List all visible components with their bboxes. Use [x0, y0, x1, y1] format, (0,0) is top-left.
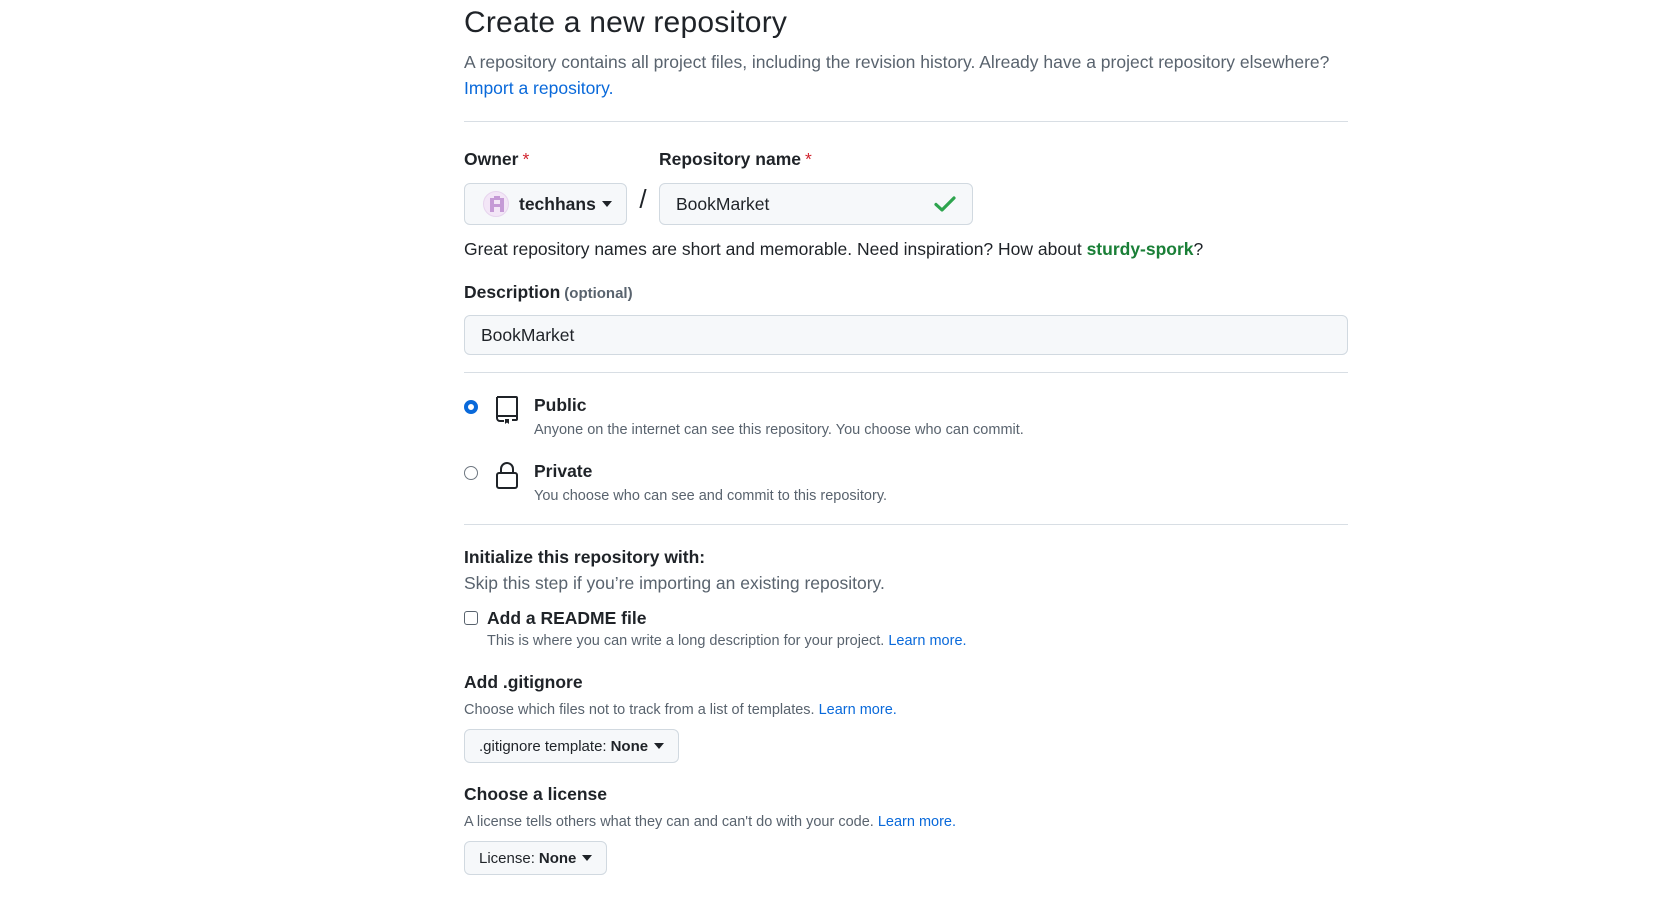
readme-label: Add a README file [487, 608, 647, 628]
owner-value: techhans [519, 193, 596, 214]
description-label: Description (optional) [464, 282, 633, 302]
repo-name-hint: Great repository names are short and mem… [464, 239, 1204, 259]
gitignore-section: Add .gitignore Choose which files not to… [464, 671, 1348, 763]
readme-description: This is where you can write a long descr… [487, 633, 967, 649]
private-title: Private [534, 461, 593, 481]
private-description: You choose who can see and commit to thi… [534, 488, 888, 504]
owner-section: Owner * techhans [464, 148, 627, 225]
gitignore-select-label: .gitignore template: [479, 737, 607, 755]
public-description: Anyone on the internet can see this repo… [534, 422, 1024, 438]
avatar-identicon-icon [490, 196, 504, 212]
repo-name-input[interactable]: BookMarket [659, 183, 973, 225]
optional-tag: (optional) [564, 285, 633, 302]
chevron-down-icon [582, 855, 593, 861]
gitignore-learn-more-link[interactable]: Learn more. [819, 702, 897, 718]
lock-icon [496, 462, 518, 489]
readme-checkbox[interactable] [464, 611, 478, 625]
description-input[interactable]: BookMarket [464, 315, 1348, 355]
repo-name-label: Repository name * [659, 149, 812, 169]
license-description: A license tells others what they can and… [464, 814, 957, 830]
required-mark: * [522, 149, 530, 169]
subtitle-text: A repository contains all project files,… [464, 52, 1330, 72]
repo-icon [496, 396, 518, 424]
public-title: Public [534, 395, 587, 415]
import-repository-link[interactable]: Import a repository. [464, 78, 613, 98]
gitignore-title: Add .gitignore [464, 672, 583, 692]
chevron-down-icon [601, 201, 612, 207]
chevron-down-icon [654, 743, 665, 749]
license-select-label: License: [479, 849, 535, 867]
license-learn-more-link[interactable]: Learn more. [878, 814, 956, 830]
new-repo-form: Create a new repository A repository con… [464, 0, 1348, 875]
gitignore-description: Choose which files not to track from a l… [464, 702, 897, 718]
license-title: Choose a license [464, 784, 607, 804]
repo-name-section: Repository name * BookMarket [659, 148, 973, 225]
owner-select-button[interactable]: techhans [464, 183, 627, 225]
initialize-subtitle: Skip this step if you’re importing an ex… [464, 573, 885, 593]
page-title: Create a new repository [464, 6, 788, 39]
private-radio[interactable] [464, 466, 478, 480]
private-text: Private You choose who can see and commi… [534, 460, 887, 506]
license-select[interactable]: License: None [464, 841, 608, 875]
readme-option[interactable]: Add a README file This is where you can … [464, 607, 1348, 651]
visibility-private-option[interactable]: Private You choose who can see and commi… [464, 460, 1348, 506]
description-section: Description (optional) BookMarket [464, 281, 1348, 355]
divider [464, 372, 1348, 373]
repo-name-value: BookMarket [676, 193, 770, 214]
owner-repo-separator: / [639, 184, 647, 214]
license-select-value: None [538, 849, 577, 867]
visibility-public-option[interactable]: Public Anyone on the internet can see th… [464, 394, 1348, 440]
public-text: Public Anyone on the internet can see th… [534, 394, 1024, 440]
divider [464, 121, 1348, 122]
license-section: Choose a license A license tells others … [464, 783, 1348, 875]
required-mark: * [804, 149, 812, 169]
owner-label: Owner * [464, 149, 530, 169]
check-icon [934, 196, 956, 212]
avatar [483, 191, 509, 217]
initialize-title: Initialize this repository with: [464, 547, 706, 567]
initialize-section: Initialize this repository with: Skip th… [464, 546, 1348, 651]
readme-text: Add a README file This is where you can … [487, 607, 967, 651]
gitignore-template-select[interactable]: .gitignore template: None [464, 729, 680, 763]
page-subtitle: A repository contains all project files,… [464, 49, 1348, 101]
suggested-name-link[interactable]: sturdy-spork [1087, 239, 1194, 259]
description-value: BookMarket [481, 324, 575, 345]
gitignore-select-value: None [610, 737, 649, 755]
public-radio[interactable] [464, 400, 478, 414]
readme-learn-more-link[interactable]: Learn more. [888, 633, 966, 649]
divider [464, 524, 1348, 525]
owner-repo-row: Owner * techhans / Repository name * BookM… [464, 148, 1348, 225]
